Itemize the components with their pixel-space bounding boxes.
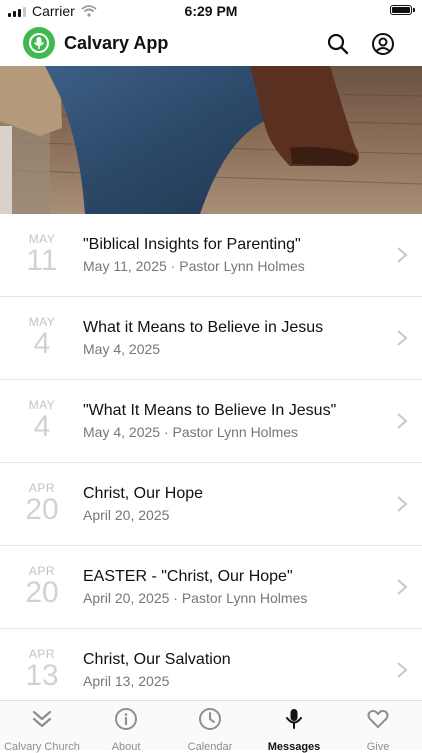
- tab-label: Calendar: [187, 741, 233, 753]
- date-badge: MAY 11: [14, 232, 70, 276]
- tab-about[interactable]: About: [84, 707, 168, 753]
- message-title: Christ, Our Salvation: [83, 651, 231, 668]
- date-day: 4: [33, 327, 51, 360]
- message-subtitle: May 11, 2025 · Pastor Lynn Holmes: [83, 258, 305, 274]
- chevron-right-icon: [397, 496, 408, 512]
- date-badge: APR 13: [14, 647, 70, 691]
- date-badge: MAY 4: [14, 398, 70, 442]
- message-row[interactable]: APR 20 EASTER - "Christ, Our Hope" April…: [0, 546, 422, 629]
- date-day: 20: [25, 493, 59, 526]
- tab-label: Give: [366, 741, 390, 753]
- message-subtitle: April 20, 2025 · Pastor Lynn Holmes: [83, 590, 308, 606]
- message-title: "Biblical Insights for Parenting": [83, 236, 301, 253]
- message-title: Christ, Our Hope: [83, 485, 204, 502]
- status-time: 6:29 PM: [184, 3, 238, 19]
- message-title: What it Means to Believe in Jesus: [83, 319, 324, 336]
- chevron-right-icon: [397, 579, 408, 595]
- search-button[interactable]: [324, 30, 352, 58]
- message-row[interactable]: APR 13 Christ, Our Salvation April 13, 2…: [0, 629, 422, 700]
- tab-messages[interactable]: Messages: [252, 707, 336, 753]
- message-list: MAY 11 "Biblical Insights for Parenting"…: [0, 214, 422, 700]
- date-day: 20: [25, 576, 59, 609]
- app-logo[interactable]: [23, 27, 55, 59]
- date-day: 11: [26, 244, 58, 277]
- message-title: "What It Means to Believe In Jesus": [83, 402, 337, 419]
- message-row[interactable]: APR 20 Christ, Our Hope April 20, 2025: [0, 463, 422, 546]
- message-title: EASTER - "Christ, Our Hope": [83, 568, 293, 585]
- tab-give[interactable]: Give: [336, 707, 420, 753]
- tab-calendar[interactable]: Calendar: [168, 707, 252, 753]
- message-subtitle: April 20, 2025: [83, 507, 170, 523]
- tab-label: Calvary Church: [4, 741, 80, 753]
- status-bar: Carrier 6:29 PM: [0, 0, 422, 22]
- hero-image: [0, 66, 422, 214]
- profile-button[interactable]: [369, 30, 397, 58]
- hero-photo: [0, 66, 422, 214]
- microphone-icon: [286, 709, 302, 729]
- date-badge: APR 20: [14, 481, 70, 525]
- message-subtitle: April 13, 2025: [83, 673, 170, 689]
- search-icon: [327, 33, 349, 55]
- chevron-right-icon: [397, 247, 408, 263]
- tab-label: Messages: [267, 741, 321, 753]
- app-header: Calvary App: [0, 22, 422, 66]
- app-title: Calvary App: [64, 33, 169, 53]
- message-subtitle: May 4, 2025: [83, 341, 161, 357]
- chevron-right-icon: [397, 330, 408, 346]
- chevron-right-icon: [397, 413, 408, 429]
- tab-bar: Calvary Church About Calendar Messages G…: [0, 700, 422, 753]
- tab-calvary-church[interactable]: Calvary Church: [0, 707, 84, 753]
- microphone-icon: [29, 33, 49, 53]
- message-row[interactable]: MAY 11 "Biblical Insights for Parenting"…: [0, 214, 422, 297]
- chevrons-down-icon: [32, 710, 52, 728]
- battery-icon: [390, 5, 415, 15]
- clock-icon: [199, 708, 221, 730]
- user-icon: [372, 33, 394, 55]
- info-icon: [115, 708, 137, 730]
- heart-icon: [367, 709, 389, 728]
- date-badge: APR 20: [14, 564, 70, 608]
- message-subtitle: May 4, 2025 · Pastor Lynn Holmes: [83, 424, 299, 440]
- date-day: 4: [33, 410, 51, 443]
- message-row[interactable]: MAY 4 What it Means to Believe in Jesus …: [0, 297, 422, 380]
- message-row[interactable]: MAY 4 "What It Means to Believe In Jesus…: [0, 380, 422, 463]
- tab-label: About: [111, 741, 141, 753]
- date-badge: MAY 4: [14, 315, 70, 359]
- chevron-right-icon: [397, 662, 408, 678]
- date-day: 13: [25, 659, 59, 692]
